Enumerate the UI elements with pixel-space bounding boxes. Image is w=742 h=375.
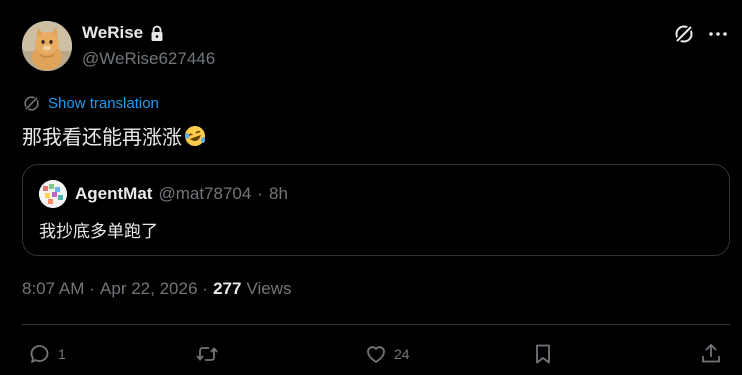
quoted-author-avatar[interactable] xyxy=(39,180,67,208)
laughing-emoji-icon xyxy=(185,125,205,146)
bookmark-button[interactable] xyxy=(531,342,555,366)
tweet-text-content: 那我看还能再涨涨 xyxy=(22,127,182,149)
quoted-text: 我抄底多单跑了 xyxy=(39,222,158,241)
lock-icon xyxy=(151,25,163,41)
divider xyxy=(22,324,730,325)
quoted-header: AgentMat @mat78704 · 8h xyxy=(75,184,288,204)
like-count: 24 xyxy=(394,346,410,362)
like-button[interactable]: 24 xyxy=(364,342,410,366)
meta-separator: · xyxy=(202,279,209,298)
author-handle[interactable]: @WeRise627446 xyxy=(82,49,215,69)
more-icon[interactable] xyxy=(706,22,730,46)
views-label: Views xyxy=(246,279,292,298)
tweet-date[interactable]: Apr 22, 2026 xyxy=(100,279,197,299)
author-avatar[interactable] xyxy=(22,21,72,71)
retweet-icon xyxy=(196,347,218,361)
reply-button[interactable]: 1 xyxy=(28,342,66,366)
quoted-avatar-image xyxy=(39,180,67,208)
tweet-detail: WeRise @WeRise627446 Show translation 那我… xyxy=(0,0,742,375)
quoted-separator: · xyxy=(257,184,263,203)
retweet-button[interactable] xyxy=(195,342,225,366)
reply-icon xyxy=(30,345,49,363)
author-display-name[interactable]: WeRise xyxy=(82,23,165,43)
author-name-text: WeRise xyxy=(82,23,144,42)
show-translation-button[interactable]: Show translation xyxy=(22,94,159,113)
views-count: 277 xyxy=(213,279,242,298)
translate-icon xyxy=(24,96,39,111)
show-translation-label: Show translation xyxy=(48,95,159,112)
reply-count: 1 xyxy=(58,346,66,362)
tweet-text: 那我看还能再涨涨 xyxy=(22,121,207,150)
tweet-meta: 8:07 AM · Apr 22, 2026 · 277 Views xyxy=(22,279,292,299)
meta-separator: · xyxy=(89,279,96,298)
quoted-display-name[interactable]: AgentMat xyxy=(75,184,152,204)
like-icon xyxy=(367,346,385,363)
grok-icon[interactable] xyxy=(672,22,696,46)
cat-avatar-image xyxy=(22,21,72,71)
quoted-tweet-card[interactable]: AgentMat @mat78704 · 8h 我抄底多单跑了 xyxy=(22,164,730,256)
tweet-time[interactable]: 8:07 AM xyxy=(22,279,84,299)
share-icon xyxy=(702,343,720,363)
quoted-handle[interactable]: @mat78704 xyxy=(158,184,251,204)
share-button[interactable] xyxy=(699,342,723,366)
bookmark-icon xyxy=(536,344,550,364)
quoted-time[interactable]: 8h xyxy=(269,184,288,204)
